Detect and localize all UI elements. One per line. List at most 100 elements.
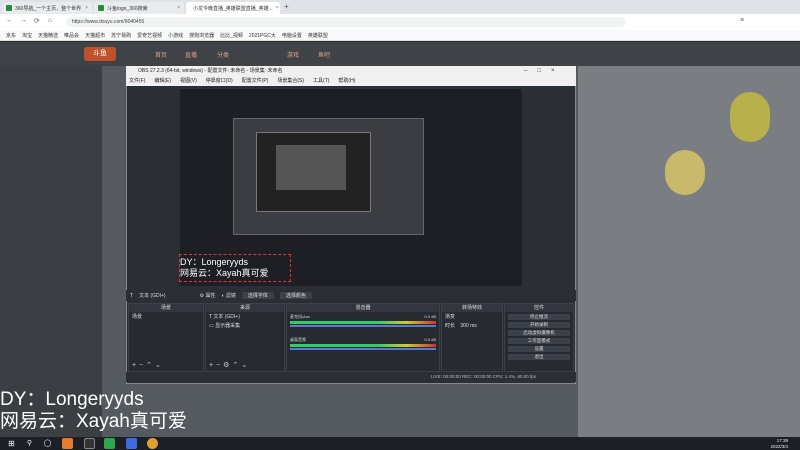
- select-color-button[interactable]: 选择颜色: [279, 292, 312, 299]
- app-icon[interactable]: [126, 438, 137, 449]
- mixer-track: 麦克风/Aux 0.0 dB: [290, 314, 436, 327]
- nav-live[interactable]: 直播: [185, 50, 197, 59]
- volume-fader[interactable]: [290, 325, 436, 327]
- close-icon[interactable]: ×: [85, 5, 88, 11]
- task-view-icon[interactable]: ◯: [42, 438, 53, 449]
- volume-fader[interactable]: [290, 348, 436, 350]
- menu-icon[interactable]: ≡: [740, 17, 744, 24]
- studio-mode-button[interactable]: 工作室模式: [508, 338, 570, 344]
- mascot-image: [665, 150, 705, 195]
- mixer-track: 桌面音频 0.0 dB: [290, 337, 436, 350]
- bookmark[interactable]: 爱奇艺视频: [137, 32, 162, 39]
- menu-tools[interactable]: 工具(T): [313, 77, 329, 86]
- new-tab-button[interactable]: +: [284, 2, 289, 11]
- bookmark[interactable]: 天猫精选: [38, 32, 58, 39]
- exit-button[interactable]: 退出: [508, 354, 570, 360]
- obs-app-icon[interactable]: [84, 438, 95, 449]
- home-icon[interactable]: ⌂: [48, 17, 52, 24]
- start-recording-button[interactable]: 开始录制: [508, 322, 570, 328]
- sources-dock: 来源 T 文本 (GDI+) ▭ 显示器采集 +−⚙⌃⌄: [205, 303, 285, 372]
- bookmark[interactable]: 电脑设置: [282, 32, 302, 39]
- bookmark[interactable]: 苏宁易购: [111, 32, 131, 39]
- source-item[interactable]: T 文本 (GDI+): [206, 312, 284, 321]
- scenes-dock: 场景 场景 +−⌃⌄: [128, 303, 204, 372]
- dock-toolbar[interactable]: +−⌃⌄: [132, 361, 164, 369]
- menu-edit[interactable]: 编辑(E): [154, 77, 171, 86]
- wechat-icon[interactable]: [104, 438, 115, 449]
- refresh-icon[interactable]: ⟳: [34, 17, 40, 25]
- 360-icon: [6, 5, 12, 11]
- app-icon[interactable]: [62, 438, 73, 449]
- source-toolbar: T 文本 (GDI+) ⚙ 属性 ◐ 滤镜 选择字体 选择颜色: [126, 290, 576, 301]
- site-sidebar: [0, 66, 102, 437]
- menu-help[interactable]: 帮助(H): [338, 77, 355, 86]
- dock-title: 混音器: [287, 304, 439, 312]
- bookmark[interactable]: 唯品会: [64, 32, 79, 39]
- browser-tab-bar: 360导航_一个主页，整个世界 × 斗鱼logo_360搜索 × 小龙今晚直播_英雄…: [0, 0, 800, 14]
- nav-home[interactable]: 首页: [155, 50, 167, 59]
- bookmarks-bar: 京东 淘宝 天猫精选 唯品会 天猫超市 苏宁易购 爱奇艺视频 小游戏 搜狗浏览器…: [0, 30, 800, 41]
- dock-toolbar[interactable]: +−⚙⌃⌄: [209, 361, 250, 369]
- nav-games[interactable]: 游戏: [287, 50, 299, 59]
- nav-yuba[interactable]: 鱼吧: [318, 50, 330, 59]
- dock-title: 来源: [206, 304, 284, 312]
- dock-title: 场景: [129, 304, 203, 312]
- scene-item[interactable]: 场景: [129, 312, 203, 321]
- source-name: 文本 (GDI+): [139, 293, 166, 299]
- browser-tab[interactable]: 360导航_一个主页，整个世界 ×: [2, 2, 92, 14]
- menu-view[interactable]: 视图(V): [180, 77, 197, 86]
- taskbar-clock[interactable]: 17:39 2022/3/4: [770, 438, 788, 449]
- stream-overlay-caption: DY：Longeryyds 网易云：Xayah真可爱: [0, 389, 187, 433]
- virtual-camera-button[interactable]: 启动虚拟摄像机: [508, 330, 570, 336]
- nested-preview: [276, 145, 346, 190]
- browser-tab[interactable]: 斗鱼logo_360搜索 ×: [94, 2, 184, 14]
- volume-meter: [290, 321, 436, 324]
- menu-profile[interactable]: 配置文件(P): [242, 77, 269, 86]
- close-icon[interactable]: ×: [276, 5, 279, 11]
- dock-title: 控件: [505, 304, 573, 312]
- close-icon[interactable]: ×: [177, 5, 180, 11]
- forward-icon[interactable]: →: [20, 17, 27, 24]
- nav-category[interactable]: 分类: [217, 50, 229, 59]
- site-logo[interactable]: 斗鱼: [84, 47, 116, 61]
- obs-menu-bar: 文件(F) 编辑(E) 视图(V) 停靠窗口(D) 配置文件(P) 场景集合(S…: [126, 77, 576, 86]
- stop-streaming-button[interactable]: 停止推流: [508, 314, 570, 320]
- search-icon[interactable]: ⚲: [24, 438, 35, 449]
- properties-button[interactable]: ⚙ 属性: [200, 292, 216, 299]
- bookmark[interactable]: 京东: [6, 32, 16, 39]
- bookmark[interactable]: 淘宝: [22, 32, 32, 39]
- address-bar-row: ← → ⟳ ⌂ https://www.douyu.com/9040455 ≡: [0, 14, 800, 31]
- bookmark[interactable]: 比比_视频: [220, 32, 243, 39]
- overlay-line: 网易云：Xayah真可爱: [0, 411, 187, 432]
- bookmark[interactable]: 小游戏: [168, 32, 183, 39]
- dock-title: 转场特效: [442, 304, 502, 312]
- transition-duration[interactable]: 时长 300 ms: [442, 321, 502, 330]
- bookmark[interactable]: 天猫超市: [85, 32, 105, 39]
- bookmark[interactable]: 英雄联盟: [308, 32, 328, 39]
- window-controls[interactable]: –□×: [524, 66, 564, 77]
- source-item[interactable]: ▭ 显示器采集: [206, 321, 284, 330]
- menu-scene-collection[interactable]: 场景集合(S): [277, 77, 304, 86]
- chrome-icon[interactable]: [147, 438, 158, 449]
- menu-file[interactable]: 文件(F): [129, 77, 145, 86]
- windows-start-icon[interactable]: ⊞: [6, 438, 17, 449]
- bookmark[interactable]: 2021PGC大: [249, 32, 276, 39]
- transitions-dock: 转场特效 渐变 时长 300 ms: [441, 303, 503, 372]
- windows-taskbar: ⊞ ⚲ ◯ 17:39 2022/3/4: [0, 437, 800, 450]
- settings-button[interactable]: 设置: [508, 346, 570, 352]
- select-font-button[interactable]: 选择字体: [241, 292, 274, 299]
- filters-button[interactable]: ◐ 滤镜: [221, 292, 235, 299]
- overlay-line: DY：Longeryyds: [0, 389, 144, 410]
- search-icon: [98, 5, 104, 11]
- browser-tab-active[interactable]: 小龙今晚直播_英雄联盟直播_英雄... ×: [186, 2, 280, 14]
- obs-title-bar: OBS 27.2.3 (64-bit, windows) - 配置文件: 未命名…: [126, 66, 576, 77]
- back-icon[interactable]: ←: [6, 17, 13, 24]
- preview-caption-line: 网易云：Xayah真可爱: [180, 268, 269, 278]
- transition-select[interactable]: 渐变: [442, 312, 502, 321]
- url-input[interactable]: https://www.douyu.com/9040455: [66, 17, 626, 27]
- bookmark[interactable]: 搜狗浏览器: [189, 32, 214, 39]
- volume-meter: [290, 344, 436, 347]
- preview-caption-line: DY：Longeryyds: [180, 257, 249, 267]
- menu-docks[interactable]: 停靠窗口(D): [206, 77, 233, 86]
- controls-dock: 控件 停止推流 开始录制 启动虚拟摄像机 工作室模式 设置 退出: [504, 303, 574, 372]
